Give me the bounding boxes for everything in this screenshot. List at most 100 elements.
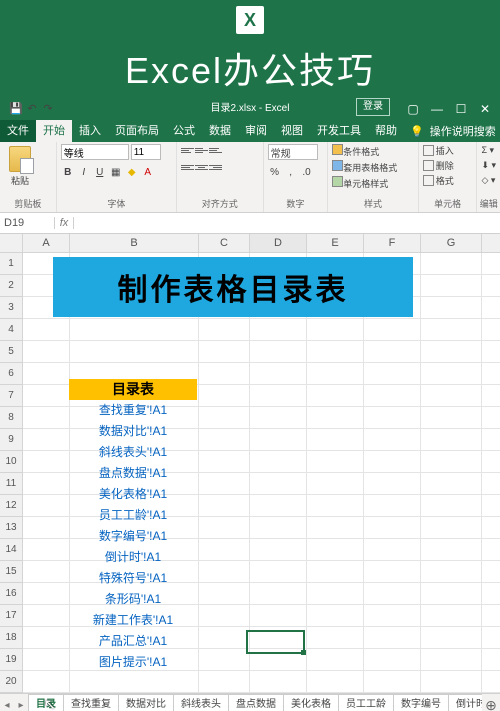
toc-link-0[interactable]: 查找重复'!A1 xyxy=(69,400,197,421)
save-icon[interactable]: 💾 xyxy=(8,101,24,117)
paste-button[interactable]: 粘贴 xyxy=(4,144,36,187)
underline-button[interactable]: U xyxy=(93,165,107,179)
row-header-14[interactable]: 14 xyxy=(0,539,22,561)
insert-cells-button[interactable]: 插入 xyxy=(423,144,454,157)
format-cells-button[interactable]: 格式 xyxy=(423,174,454,187)
toc-link-6[interactable]: 数字编号'!A1 xyxy=(69,526,197,547)
sheet-tab-5[interactable]: 员工工龄 xyxy=(338,694,394,711)
row-header-7[interactable]: 7 xyxy=(0,385,22,407)
sheet-tab-0[interactable]: 查找重复 xyxy=(63,694,119,711)
comma-button[interactable]: , xyxy=(284,165,298,179)
row-header-10[interactable]: 10 xyxy=(0,451,22,473)
row-header-17[interactable]: 17 xyxy=(0,605,22,627)
toc-link-1[interactable]: 数据对比'!A1 xyxy=(69,421,197,442)
toc-link-10[interactable]: 新建工作表'!A1 xyxy=(69,610,197,631)
toc-link-12[interactable]: 图片提示'!A1 xyxy=(69,652,197,673)
sheet-tab-7[interactable]: 倒计时 xyxy=(448,694,482,711)
select-all-corner[interactable] xyxy=(0,234,23,253)
tab-help[interactable]: 帮助 xyxy=(368,120,404,142)
toc-link-8[interactable]: 特殊符号'!A1 xyxy=(69,568,197,589)
align-right-button[interactable] xyxy=(209,161,222,174)
row-header-15[interactable]: 15 xyxy=(0,561,22,583)
align-left-button[interactable] xyxy=(181,161,194,174)
col-header-A[interactable]: A xyxy=(23,234,70,252)
tell-me-icon[interactable]: 💡 xyxy=(404,125,430,138)
sheet-tab-6[interactable]: 数字编号 xyxy=(393,694,449,711)
fill-color-button[interactable]: ◆ xyxy=(125,165,139,179)
cell-styles-button[interactable]: 单元格样式 xyxy=(332,176,388,190)
align-middle-button[interactable] xyxy=(195,144,208,157)
percent-button[interactable]: % xyxy=(268,165,282,179)
minimize-icon[interactable]: — xyxy=(426,98,448,120)
ribbon-options-icon[interactable]: ▢ xyxy=(402,98,424,120)
worksheet-grid[interactable]: 1234567891011121314151617181920 制作表格目录表 … xyxy=(0,253,500,693)
row-header-1[interactable]: 1 xyxy=(0,253,22,275)
tell-me-text[interactable]: 操作说明搜索 xyxy=(430,123,496,139)
font-color-button[interactable]: A xyxy=(141,165,155,179)
tab-file[interactable]: 文件 xyxy=(0,120,36,142)
row-header-18[interactable]: 18 xyxy=(0,627,22,649)
sheet-tab-active[interactable]: 目录 xyxy=(28,694,64,711)
col-header-D[interactable]: D xyxy=(250,234,307,252)
tab-developer[interactable]: 开发工具 xyxy=(310,120,368,142)
col-header-G[interactable]: G xyxy=(421,234,482,252)
new-sheet-button[interactable]: ⊕ xyxy=(482,697,500,711)
align-top-button[interactable] xyxy=(181,144,194,157)
col-header-F[interactable]: F xyxy=(364,234,421,252)
name-box[interactable]: D19 xyxy=(0,217,55,229)
row-header-8[interactable]: 8 xyxy=(0,407,22,429)
toc-link-11[interactable]: 产品汇总'!A1 xyxy=(69,631,197,652)
row-header-19[interactable]: 19 xyxy=(0,649,22,671)
tab-home[interactable]: 开始 xyxy=(36,120,72,142)
sheet-tab-4[interactable]: 美化表格 xyxy=(283,694,339,711)
row-header-20[interactable]: 20 xyxy=(0,671,22,693)
row-header-12[interactable]: 12 xyxy=(0,495,22,517)
fx-button[interactable]: fx xyxy=(55,217,74,229)
decrease-decimal-button[interactable]: .0 xyxy=(300,165,314,179)
tab-view[interactable]: 视图 xyxy=(274,120,310,142)
row-header-16[interactable]: 16 xyxy=(0,583,22,605)
italic-button[interactable]: I xyxy=(77,165,91,179)
row-header-5[interactable]: 5 xyxy=(0,341,22,363)
row-header-11[interactable]: 11 xyxy=(0,473,22,495)
tab-formulas[interactable]: 公式 xyxy=(166,120,202,142)
bold-button[interactable]: B xyxy=(61,165,75,179)
font-size-select[interactable] xyxy=(131,144,161,160)
number-format-select[interactable]: 常规 xyxy=(268,144,318,160)
tab-nav-prev[interactable]: ◂ xyxy=(0,700,14,711)
row-header-6[interactable]: 6 xyxy=(0,363,22,385)
tab-review[interactable]: 审阅 xyxy=(238,120,274,142)
toc-link-9[interactable]: 条形码'!A1 xyxy=(69,589,197,610)
tab-nav-next[interactable]: ▸ xyxy=(14,700,28,711)
row-header-2[interactable]: 2 xyxy=(0,275,22,297)
close-icon[interactable]: ✕ xyxy=(474,98,496,120)
delete-cells-button[interactable]: 删除 xyxy=(423,159,454,172)
border-button[interactable]: ▦ xyxy=(109,165,123,179)
font-name-select[interactable] xyxy=(61,144,129,160)
maximize-icon[interactable]: ☐ xyxy=(450,98,472,120)
toc-link-7[interactable]: 倒计时'!A1 xyxy=(69,547,197,568)
undo-icon[interactable]: ↶ xyxy=(24,101,40,117)
col-header-C[interactable]: C xyxy=(199,234,250,252)
tab-page-layout[interactable]: 页面布局 xyxy=(108,120,166,142)
sheet-tab-2[interactable]: 斜线表头 xyxy=(173,694,229,711)
toc-link-3[interactable]: 盘点数据'!A1 xyxy=(69,463,197,484)
toc-header-cell[interactable]: 目录表 xyxy=(69,379,197,400)
sheet-tab-1[interactable]: 数据对比 xyxy=(118,694,174,711)
fill-button[interactable]: ⬇ ▾ xyxy=(481,159,496,172)
row-header-9[interactable]: 9 xyxy=(0,429,22,451)
align-bottom-button[interactable] xyxy=(209,144,222,157)
row-header-13[interactable]: 13 xyxy=(0,517,22,539)
redo-icon[interactable]: ↷ xyxy=(40,101,56,117)
format-as-table-button[interactable]: 套用表格格式 xyxy=(332,160,397,174)
col-header-E[interactable]: E xyxy=(307,234,364,252)
col-header-B[interactable]: B xyxy=(70,234,199,252)
row-header-3[interactable]: 3 xyxy=(0,297,22,319)
toc-link-2[interactable]: 斜线表头'!A1 xyxy=(69,442,197,463)
title-shape[interactable]: 制作表格目录表 xyxy=(53,257,413,317)
conditional-format-button[interactable]: 条件格式 xyxy=(332,144,379,158)
toc-link-5[interactable]: 员工工龄'!A1 xyxy=(69,505,197,526)
clear-button[interactable]: ◇ ▾ xyxy=(481,174,495,187)
toc-link-4[interactable]: 美化表格'!A1 xyxy=(69,484,197,505)
tab-insert[interactable]: 插入 xyxy=(72,120,108,142)
